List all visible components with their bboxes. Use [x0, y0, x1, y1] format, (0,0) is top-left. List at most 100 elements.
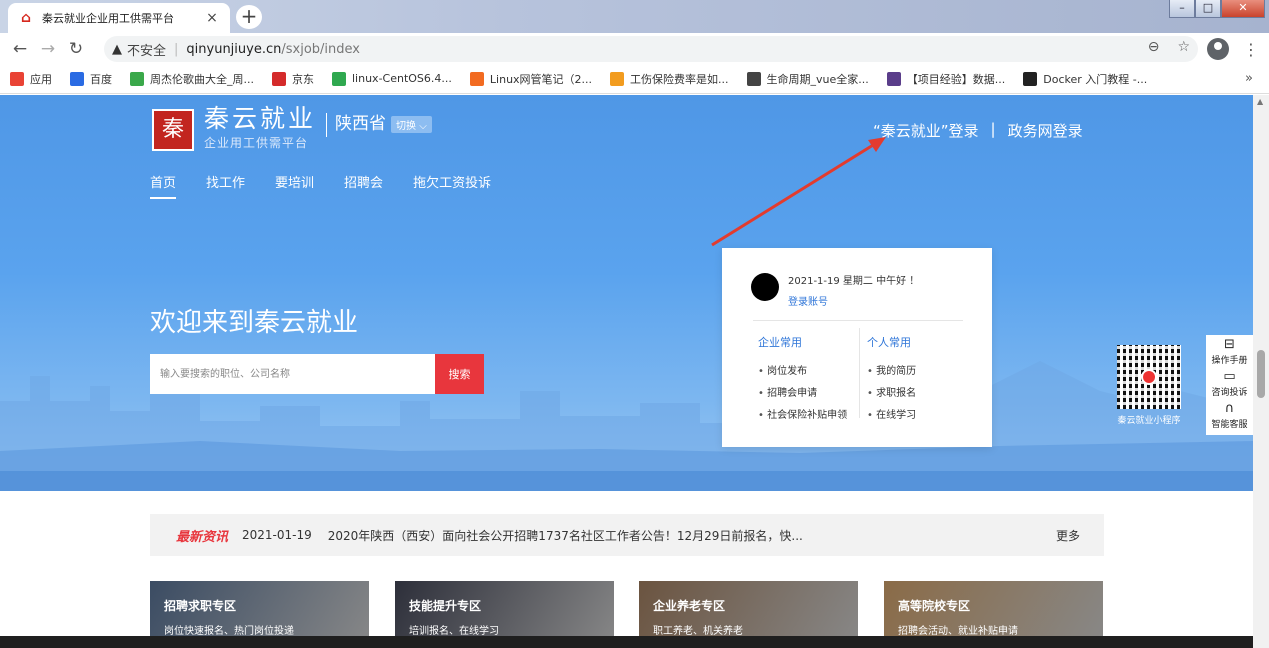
search-button[interactable]: 搜索	[435, 354, 484, 394]
side-tool-label: 操作手册	[1211, 356, 1248, 366]
bookmark-label: 京东	[292, 72, 314, 86]
personal-common-title: 个人常用	[867, 336, 911, 349]
profile-avatar-icon[interactable]	[1207, 38, 1229, 60]
quick-link-item[interactable]: 我的简历	[867, 362, 916, 377]
mini-program-qr: 秦云就业小程序	[1114, 345, 1184, 426]
browser-menu-icon[interactable]: ⋮	[1243, 40, 1259, 59]
browser-tab[interactable]: ⌂ 秦云就业企业用工供需平台 ×	[8, 3, 230, 33]
hero-banner: 秦 秦云就业 企业用工供需平台 陕西省 切换 ⌵ 首页 找工作 要培训 招聘会 拖欠工资…	[0, 95, 1253, 491]
side-tool-item[interactable]: ⊟ 操作手册	[1206, 337, 1253, 366]
swirl-icon	[886, 71, 901, 86]
url-host: qinyunjiuye.cn	[186, 41, 282, 57]
nav-item[interactable]: 首页	[150, 172, 177, 199]
bookmark-item[interactable]: 应用	[10, 71, 52, 87]
bookmarks-overflow-icon[interactable]: »	[1245, 71, 1253, 86]
nav-item[interactable]: 找工作	[206, 172, 245, 199]
zoom-icon[interactable]: ⊖	[1148, 39, 1160, 55]
brush-icon	[1023, 71, 1038, 86]
gov-login-link[interactable]: 政务网登录	[1008, 120, 1083, 141]
new-tab-button[interactable]: +	[236, 5, 262, 29]
bookmark-item[interactable]: 百度	[70, 71, 112, 87]
main-nav: 首页 找工作 要培训 招聘会 拖欠工资投诉	[150, 172, 521, 199]
nav-item[interactable]: 要培训	[275, 172, 314, 199]
message-icon: ▭	[1223, 369, 1236, 384]
minimize-icon[interactable]: –	[1169, 0, 1195, 18]
bookmark-item[interactable]: 工伤保险费率是如...	[610, 71, 729, 87]
reload-icon[interactable]: ↻	[62, 39, 90, 59]
user-avatar	[751, 273, 779, 301]
bookmark-item[interactable]: 周杰伦歌曲大全_周...	[130, 71, 254, 87]
insecure-label: 不安全	[127, 43, 167, 59]
bookmark-item[interactable]: 生命周期_vue全家...	[746, 71, 869, 87]
login-account-link[interactable]: 登录账号	[788, 293, 828, 308]
zone-title: 企业养老专区	[653, 599, 726, 613]
side-tool-label: 咨询投诉	[1211, 388, 1248, 398]
warning-icon: ▲	[112, 41, 122, 57]
bookmark-label: 工伤保险费率是如...	[630, 72, 729, 86]
zone-subtitle: 培训报名、在线学习	[409, 626, 499, 637]
zone-subtitle: 职工养老、机关养老	[653, 626, 743, 637]
bookmarks-bar: 应用 百度 周杰伦歌曲大全_周... 京东 linux-CentOS6.4... Linu…	[0, 64, 1269, 94]
apps-grid-icon	[10, 71, 24, 86]
bookmark-label: 【项目经验】数据...	[906, 72, 1006, 86]
side-tool-item[interactable]: ∩ 智能客服	[1206, 401, 1253, 430]
bookmark-item[interactable]: 【项目经验】数据...	[886, 71, 1006, 87]
jd-icon	[272, 71, 286, 86]
user-quick-card: 2021-1-19 星期二 中午好 ！ 登录账号 企业常用 岗位发布招聘会申请社…	[722, 248, 992, 447]
bookmark-label: 周杰伦歌曲大全_周...	[150, 72, 254, 86]
window-close-icon[interactable]: ✕	[1221, 0, 1265, 18]
quick-link-item[interactable]: 求职报名	[867, 384, 916, 399]
card-column-divider	[859, 328, 860, 418]
bookmark-label: linux-CentOS6.4...	[352, 72, 452, 85]
bookmark-item[interactable]: 京东	[272, 71, 314, 87]
baidu-paw-icon	[70, 71, 84, 86]
address-bar[interactable]: ▲ 不安全 | qinyunjiuye.cn/sxjob/index ⊖ ☆	[104, 36, 1198, 62]
bookmark-item[interactable]: Docker 入门教程 -...	[1023, 71, 1147, 87]
annotation-arrow	[711, 137, 886, 247]
bookmark-item[interactable]: Linux网管笔记（2...	[469, 71, 593, 87]
flame-icon	[610, 71, 625, 86]
site-logo[interactable]: 秦	[152, 109, 194, 151]
url-separator: |	[174, 41, 179, 57]
site-favicon-icon: ⌂	[20, 10, 32, 26]
job-search-input[interactable]	[150, 354, 435, 394]
region-switch-button[interactable]: 切换 ⌵	[391, 116, 432, 133]
quick-link-item[interactable]: 招聘会申请	[758, 384, 847, 399]
browser-toolbar: ← → ↻ ▲ 不安全 | qinyunjiuye.cn/sxjob/index…	[0, 33, 1269, 64]
bookmark-label: Docker 入门教程 -...	[1043, 72, 1148, 86]
zone-title: 技能提升专区	[409, 599, 482, 613]
login-links: “秦云就业”登录 | 政务网登录	[873, 120, 1083, 141]
back-icon[interactable]: ←	[6, 39, 34, 59]
qr-code-icon	[1117, 345, 1181, 409]
tab-close-icon[interactable]: ×	[204, 10, 220, 26]
zone-subtitle: 招聘会活动、就业补贴申请	[898, 626, 1018, 637]
nav-item[interactable]: 招聘会	[344, 172, 383, 199]
quick-link-item[interactable]: 在线学习	[867, 406, 916, 421]
news-more-link[interactable]: 更多	[1056, 527, 1080, 544]
quick-link-item[interactable]: 社会保险补贴申领	[758, 406, 847, 421]
scrollbar-thumb[interactable]	[1257, 350, 1265, 398]
zone-title: 高等院校专区	[898, 599, 971, 613]
zone-title: 招聘求职专区	[164, 599, 237, 613]
job-search-bar: 搜索	[150, 354, 484, 394]
personal-common-section: 个人常用 我的简历求职报名在线学习	[867, 334, 916, 428]
brand: 秦云就业 企业用工供需平台	[204, 105, 316, 151]
bookmark-label: Linux网管笔记（2...	[489, 72, 593, 86]
chevron-down-icon: ⌵	[419, 121, 427, 132]
quick-link-item[interactable]: 岗位发布	[758, 362, 847, 377]
zone-subtitle: 岗位快速报名、热门岗位投递	[164, 626, 294, 637]
brand-subtitle: 企业用工供需平台	[204, 136, 309, 150]
enterprise-common-title: 企业常用	[758, 336, 802, 349]
forward-icon[interactable]: →	[34, 39, 62, 59]
scroll-up-icon[interactable]: ▲	[1257, 97, 1263, 106]
page-scrollbar[interactable]: ▲	[1253, 95, 1269, 648]
side-tool-item[interactable]: ▭ 咨询投诉	[1206, 369, 1253, 398]
bookmark-star-icon[interactable]: ☆	[1177, 39, 1190, 55]
news-headline-link[interactable]: 2020年陕西（西安）面向社会公开招聘1737名社区工作者公告！12月29日前报…	[328, 527, 803, 544]
bookmark-item[interactable]: linux-CentOS6.4...	[332, 71, 452, 86]
browser-tabstrip: ⌂ 秦云就业企业用工供需平台 × + – □ ✕	[0, 0, 1269, 33]
globe-icon	[746, 71, 761, 86]
page-content: 秦 秦云就业 企业用工供需平台 陕西省 切换 ⌵ 首页 找工作 要培训 招聘会 拖欠工资…	[0, 95, 1253, 648]
nav-item[interactable]: 拖欠工资投诉	[413, 172, 491, 199]
maximize-icon[interactable]: □	[1195, 0, 1221, 18]
